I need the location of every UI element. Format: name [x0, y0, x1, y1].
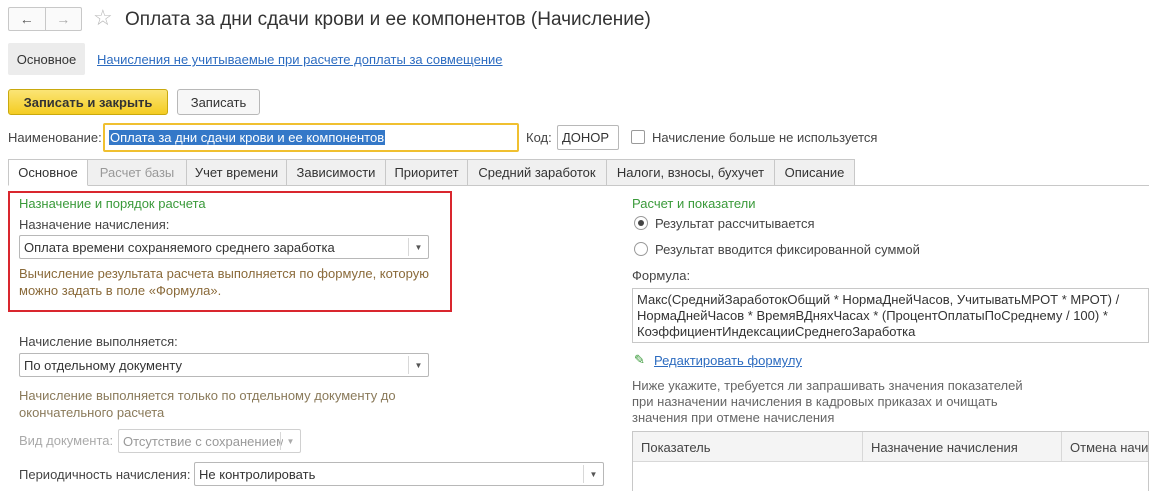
section-link-excluded-accruals[interactable]: Начисления не учитываемые при расчете до… — [97, 52, 503, 67]
performed-select[interactable]: По отдельному документу ▼ — [19, 353, 429, 377]
radio-calculated-label: Результат рассчитывается — [655, 216, 815, 231]
forward-arrow-icon[interactable]: → — [44, 8, 82, 30]
chevron-down-icon[interactable]: ▼ — [583, 465, 603, 483]
tab-time-accounting[interactable]: Учет времени — [187, 159, 287, 186]
page-title: Оплата за дни сдачи крови и ее компонент… — [125, 9, 651, 30]
main-tabs: Основное Расчет базы Учет времени Зависи… — [8, 159, 855, 186]
chevron-down-icon[interactable]: ▼ — [408, 356, 428, 374]
formula-label: Формула: — [632, 268, 691, 283]
tabs-underline — [855, 185, 1149, 186]
code-label: Код: — [526, 130, 552, 145]
back-arrow-icon[interactable]: ← — [9, 8, 45, 30]
doc-type-value: Отсутствие с сохранением — [123, 434, 283, 449]
indicators-table[interactable]: Показатель Назначение начисления Отмена … — [632, 431, 1149, 491]
save-button[interactable]: Записать — [177, 89, 260, 115]
section-tab-main[interactable]: Основное — [8, 43, 85, 75]
radio-calculated[interactable] — [634, 216, 648, 230]
tab-priority[interactable]: Приоритет — [386, 159, 468, 186]
tab-taxes[interactable]: Налоги, взносы, бухучет — [607, 159, 775, 186]
edit-formula-link[interactable]: Редактировать формулу — [654, 353, 802, 368]
purpose-value: Оплата времени сохраняемого среднего зар… — [24, 240, 335, 255]
periodicity-value: Не контролировать — [199, 467, 316, 482]
chevron-down-icon: ▼ — [280, 432, 300, 450]
tab-average-earnings[interactable]: Средний заработок — [468, 159, 607, 186]
doc-type-label: Вид документа: — [19, 433, 114, 448]
indicators-hint: Ниже укажите, требуется ли запрашивать з… — [632, 378, 1023, 425]
performed-hint: Начисление выполняется только по отдельн… — [19, 388, 396, 420]
radio-fixed-label: Результат вводится фиксированной суммой — [655, 242, 920, 257]
unused-checkbox[interactable] — [631, 130, 645, 144]
tab-base-calc[interactable]: Расчет базы — [88, 159, 187, 186]
calc-group-title: Расчет и показатели — [632, 196, 756, 211]
save-and-close-button[interactable]: Записать и закрыть — [8, 89, 168, 115]
unused-label: Начисление больше не используется — [652, 130, 878, 145]
purpose-label: Назначение начисления: — [19, 217, 170, 232]
purpose-group-title: Назначение и порядок расчета — [19, 196, 206, 211]
periodicity-label: Периодичность начисления: — [19, 467, 191, 482]
tab-main[interactable]: Основное — [8, 159, 88, 186]
performed-value: По отдельному документу — [24, 358, 182, 373]
radio-fixed[interactable] — [634, 242, 648, 256]
name-input[interactable]: Оплата за дни сдачи крови и ее компонент… — [103, 123, 519, 152]
favorite-star-icon[interactable]: ☆ — [93, 6, 113, 30]
name-value: Оплата за дни сдачи крови и ее компонент… — [109, 130, 386, 145]
tab-dependencies[interactable]: Зависимости — [287, 159, 386, 186]
code-input[interactable]: ДОНОР — [557, 125, 619, 150]
pencil-icon: ✎ — [634, 352, 645, 367]
tab-description[interactable]: Описание — [775, 159, 855, 186]
purpose-hint: Вычисление результата расчета выполняетс… — [19, 266, 429, 298]
column-indicator[interactable]: Показатель — [633, 432, 862, 462]
doc-type-select: Отсутствие с сохранением ▼ — [118, 429, 301, 453]
table-header: Показатель Назначение начисления Отмена … — [633, 432, 1149, 462]
chevron-down-icon[interactable]: ▼ — [408, 238, 428, 256]
navigation-buttons: ← → — [8, 7, 82, 31]
performed-label: Начисление выполняется: — [19, 334, 178, 349]
column-assignment[interactable]: Назначение начисления — [862, 432, 1061, 462]
purpose-select[interactable]: Оплата времени сохраняемого среднего зар… — [19, 235, 429, 259]
name-label: Наименование: — [8, 130, 102, 145]
column-cancellation[interactable]: Отмена начисления — [1061, 432, 1149, 462]
formula-field[interactable]: Макс(СреднийЗаработокОбщий * НормаДнейЧа… — [632, 288, 1149, 343]
periodicity-select[interactable]: Не контролировать ▼ — [194, 462, 604, 486]
